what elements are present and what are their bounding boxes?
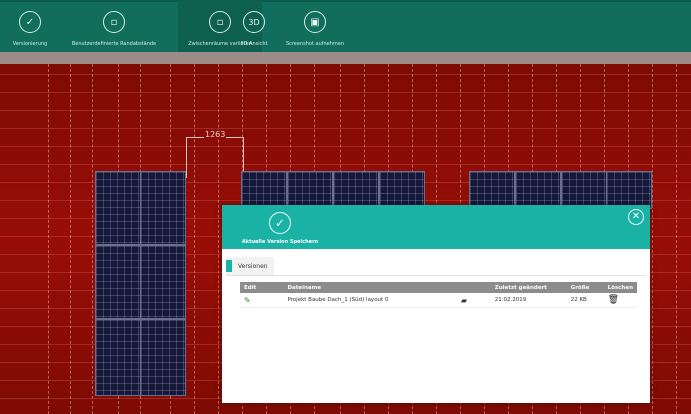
column-header-blank [456,282,491,293]
solar-panel[interactable] [287,171,333,209]
solar-panel[interactable] [140,171,186,245]
solar-panel[interactable] [333,171,379,209]
delete-cell: 🗑 [603,293,637,308]
solar-panel[interactable] [606,171,652,209]
grid-line [0,128,691,129]
solar-panel[interactable] [561,171,607,209]
tab-divider [226,275,646,276]
toolbar: ✓ Versionierung ▫ Benutzerdefinierte Ran… [0,0,691,52]
close-icon[interactable]: ✕ [628,209,644,225]
tab-active-marker [226,260,232,272]
rafter-line [218,64,219,414]
roof-edge-strip [0,52,691,64]
3d-view-button[interactable]: 3D 3D Ansicht [232,0,276,52]
3d-circle-icon: 3D [243,11,265,33]
rafter-line [652,64,653,414]
dialog-header: ✓ Aktuelle Version Speichern ✕ [222,205,650,249]
check-circle-icon: ✓ [19,11,41,33]
tab-bar: Versionen [226,257,274,275]
size-cell: 22 KB [566,293,604,308]
solar-panel[interactable] [95,171,141,245]
screenshot-label: Screenshot aufnehmen [285,41,345,47]
column-header-size: Größe [566,282,604,293]
grid-line [0,146,691,147]
solar-panel[interactable] [515,171,561,209]
modified-cell: 21.02.2019 [490,293,567,308]
camera-circle-icon: ▣ [304,11,326,33]
frame-circle-icon: ▫ [103,11,125,33]
spacing-circle-icon: ▫ [209,11,231,33]
custom-margins-label: Benutzerdefinierte Randabstände [71,41,157,47]
folder-open-icon[interactable]: ▰ [461,296,467,305]
3d-view-label: 3D Ansicht [240,41,268,47]
column-header-delete: Löschen [603,282,637,293]
grid-line [0,110,691,111]
solar-panel[interactable] [95,319,141,396]
solar-panel[interactable] [95,245,141,319]
screenshot-button[interactable]: ▣ Screenshot aufnehmen [280,0,350,52]
pencil-icon[interactable]: ✎ [244,296,251,305]
edit-cell: ✎ [240,293,284,308]
solar-panel[interactable] [140,319,186,396]
grid-line [0,74,691,75]
rafter-line [48,64,49,414]
rafter-line [676,64,677,414]
column-header-filename: Dateiname [283,282,457,293]
column-header-modified: Zuletzt geändert [490,282,567,293]
solar-panel[interactable] [140,245,186,319]
tab-versions-label: Versionen [238,262,268,270]
versioning-label: Versionierung [12,41,48,47]
rafter-line [70,64,71,414]
grid-line [0,92,691,93]
versions-table: Edit Dateiname Zuletzt geändert Größe Lö… [240,282,637,308]
solar-panel[interactable] [379,171,425,209]
rafter-line [92,64,93,414]
dimension-bracket [186,137,244,178]
trash-icon[interactable]: 🗑 [608,295,619,305]
table-header-row: Edit Dateiname Zuletzt geändert Größe Lö… [240,282,637,293]
check-circle-icon: ✓ [269,212,291,234]
column-header-edit: Edit [240,282,284,293]
filename-cell: Projekt Baube Dach_1 (Süd) layout 0 [283,293,457,308]
save-current-version-label: Aktuelle Version Speichern [241,239,319,245]
rafter-line [194,64,195,414]
tab-versions[interactable]: Versionen [226,257,274,275]
solar-panel[interactable] [241,171,287,209]
custom-margins-button[interactable]: ▫ Benutzerdefinierte Randabstände [64,0,164,52]
dimension-label: 1263 [204,130,227,139]
grid-line [0,164,691,165]
open-cell: ▰ [456,293,491,308]
versioning-button[interactable]: ✓ Versionierung [4,0,56,52]
save-current-version-button[interactable]: ✓ Aktuelle Version Speichern [240,209,320,249]
table-row: ✎ Projekt Baube Dach_1 (Süd) layout 0 ▰ … [240,293,637,308]
solar-panel[interactable] [469,171,515,209]
versions-dialog: ✓ Aktuelle Version Speichern ✕ Versionen… [222,205,650,403]
